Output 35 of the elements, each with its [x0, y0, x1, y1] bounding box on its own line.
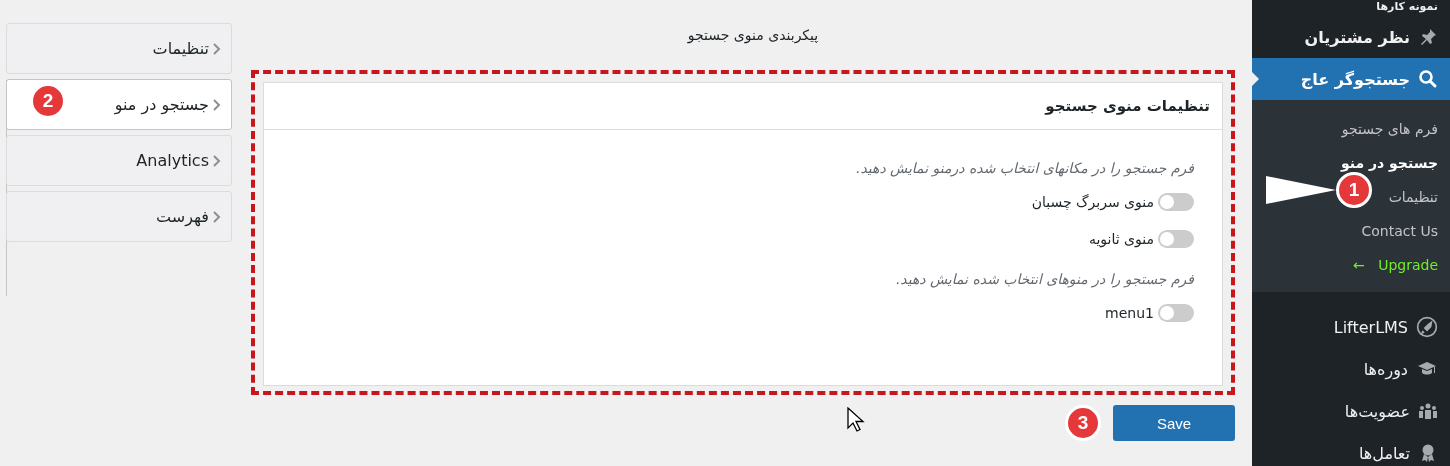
menu-icon — [1418, 401, 1438, 421]
toggle-switch[interactable] — [1158, 230, 1194, 248]
toggle-switch[interactable] — [1158, 193, 1194, 211]
admin-menu-item[interactable]: عضویت‌ها — [1252, 390, 1450, 432]
settings-tab[interactable]: فهرست — [6, 191, 232, 242]
submenu-item[interactable]: Contact Us — [1361, 214, 1438, 248]
admin-menu-item[interactable]: LifterLMS — [1252, 306, 1450, 348]
card-title: تنظیمات منوی جستجو — [264, 83, 1222, 130]
menu-icon — [1416, 316, 1438, 338]
submenu-item[interactable]: تنظیمات — [1388, 180, 1438, 214]
toggle-label: menu1 — [1105, 305, 1154, 321]
callout-badge: 2 — [30, 83, 66, 119]
chevron-icon — [213, 210, 221, 223]
cursor-icon — [847, 407, 865, 433]
admin-menu-item[interactable]: تعامل‌ها — [1252, 432, 1450, 466]
save-button[interactable]: Save — [1113, 405, 1235, 441]
menu-icon — [1418, 69, 1438, 89]
settings-tab[interactable]: Analytics — [6, 135, 232, 186]
admin-menu-item[interactable]: دوره‌ها — [1252, 348, 1450, 390]
section-description: فرم جستجو را در مکانهای انتخاب شده درمنو نمایش دهید. — [855, 160, 1194, 176]
admin-menu-item[interactable]: نمونه کارها — [1252, 0, 1450, 16]
submenu-item[interactable]: فرم های جستجو — [1341, 112, 1438, 146]
chevron-icon — [213, 98, 221, 111]
toggle-label: منوی سربرگ چسبان — [1031, 194, 1154, 210]
page-title: پیکربندی منوی جستجو — [686, 26, 820, 46]
chevron-icon — [213, 154, 221, 167]
admin-menu-item[interactable]: جستجوگر عاج — [1252, 58, 1450, 100]
admin-menu-item[interactable]: نظر مشتریان — [1252, 16, 1450, 58]
section-description: فرم جستجو را در منوهای انتخاب شده نمایش دهید. — [894, 271, 1194, 287]
toggle-switch[interactable] — [1158, 304, 1194, 322]
submenu-item[interactable]: Upgrade ← — [1353, 248, 1438, 282]
toggle-label: منوی ثانویه — [1088, 231, 1154, 247]
chevron-icon — [213, 42, 221, 55]
settings-tab[interactable]: تنظیمات — [6, 23, 232, 74]
callout-badge: 3 — [1065, 405, 1101, 441]
